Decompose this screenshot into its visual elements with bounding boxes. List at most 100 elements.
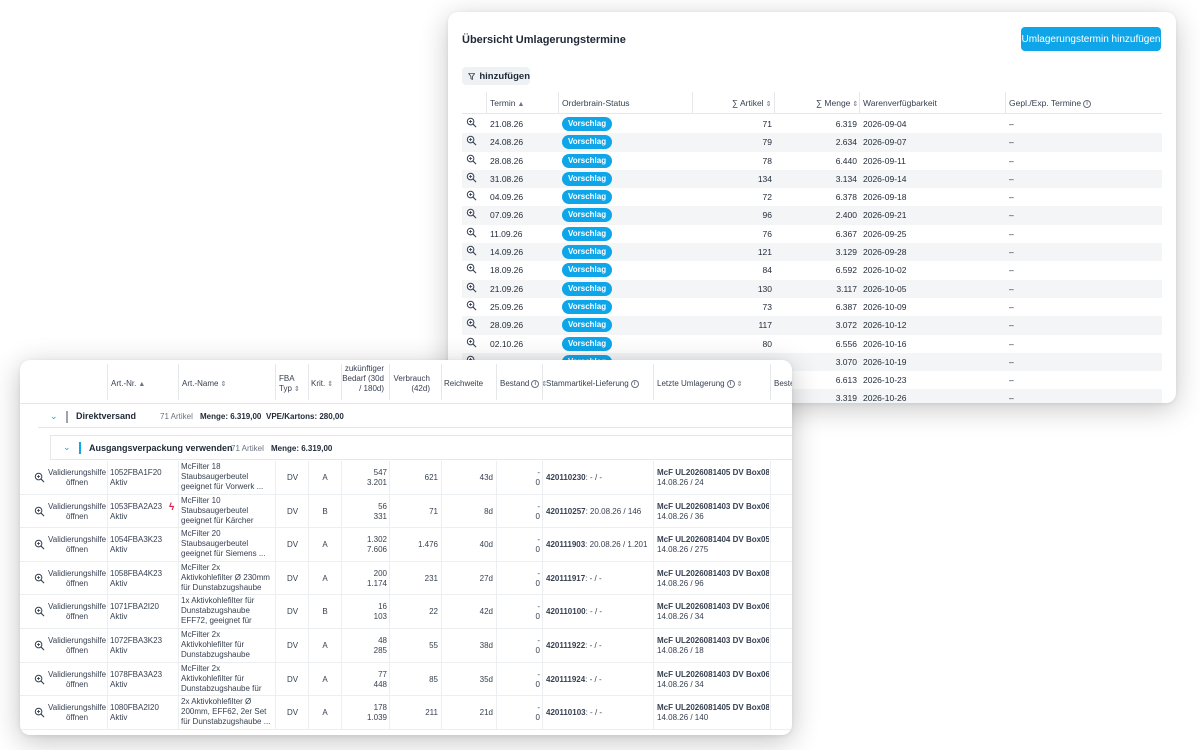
col-termin[interactable]: Termin ▲ bbox=[490, 98, 524, 108]
cell-artikel: 80 bbox=[762, 338, 772, 349]
table-row[interactable]: Validierungshilfe öffnen 1080FBA2I20 Aktiv… bbox=[20, 696, 792, 730]
zoom-in-icon[interactable] bbox=[34, 472, 45, 483]
zoom-in-icon[interactable] bbox=[466, 227, 477, 238]
table-row[interactable]: 14.09.26 Vorschlag 121 3.129 2026-09-28 – bbox=[462, 243, 1162, 262]
zoom-in-icon[interactable] bbox=[466, 337, 477, 348]
zoom-in-icon[interactable] bbox=[34, 707, 45, 718]
group-ausgangsverpackung[interactable]: ⌄ Ausgangsverpackung verwenden 71 Artike… bbox=[50, 435, 792, 460]
validierungshilfe-link[interactable]: Validierungshilfe öffnen bbox=[48, 636, 106, 656]
status-link[interactable]: Aktiv bbox=[110, 512, 127, 522]
col-krit[interactable]: Krit. ⇕ bbox=[311, 379, 333, 390]
zoom-in-icon[interactable] bbox=[466, 190, 477, 201]
cell-verfuegbarkeit: 2026-09-18 bbox=[863, 192, 907, 203]
cell-artnr: 1058FBA4K23 bbox=[110, 568, 163, 578]
table-row[interactable]: Validierungshilfe öffnen 1071FBA2I20 Aktiv… bbox=[20, 595, 792, 629]
zoom-in-icon[interactable] bbox=[34, 573, 45, 584]
table-row[interactable]: 04.09.26 Vorschlag 72 6.378 2026-09-18 – bbox=[462, 188, 1162, 206]
col-reichweite[interactable]: Reichweite bbox=[444, 379, 483, 389]
zoom-in-icon[interactable] bbox=[466, 208, 477, 219]
cell-bestand-value: 0 bbox=[535, 713, 540, 723]
overview-table-header: Termin ▲ Orderbrain-Status ∑ Artikel ⇕ ∑ M… bbox=[462, 92, 1162, 114]
col-stammartikel[interactable]: Stammartikel-Lieferung i bbox=[546, 379, 639, 389]
col-verfuegbarkeit[interactable]: Warenverfügbarkeit bbox=[863, 98, 937, 108]
validierungshilfe-link[interactable]: Validierungshilfe öffnen bbox=[48, 602, 106, 622]
col-beste[interactable]: Beste bbox=[774, 379, 792, 389]
table-row[interactable]: Validierungshilfe öffnen 1072FBA3K23 Aktiv… bbox=[20, 628, 792, 663]
table-row[interactable]: 28.08.26 Vorschlag 78 6.440 2026-09-11 – bbox=[462, 152, 1162, 170]
col-bedarf[interactable]: zukünftiger Bedarf (30d / 180d) bbox=[342, 364, 384, 394]
status-link[interactable]: Aktiv bbox=[110, 646, 127, 656]
table-row[interactable]: Validierungshilfe öffnen 1058FBA4K23 Aktiv… bbox=[20, 561, 792, 596]
zoom-in-icon[interactable] bbox=[466, 245, 477, 256]
col-artname[interactable]: Art.-Name ⇕ bbox=[182, 379, 226, 390]
cell-bedarf-30: 56 bbox=[378, 501, 387, 511]
info-icon: i bbox=[1083, 99, 1092, 108]
table-row[interactable]: 18.09.26 Vorschlag 84 6.592 2026-10-02 – bbox=[462, 261, 1162, 279]
validierungshilfe-link[interactable]: Validierungshilfe öffnen bbox=[48, 670, 106, 690]
status-link[interactable]: Aktiv bbox=[110, 545, 127, 555]
col-verbrauch[interactable]: Verbrauch (42d) bbox=[390, 374, 430, 394]
status-badge: Vorschlag bbox=[562, 318, 613, 333]
status-link[interactable]: Aktiv bbox=[110, 579, 127, 589]
cell-bestand: - bbox=[537, 568, 540, 578]
zoom-in-icon[interactable] bbox=[466, 154, 477, 165]
zoom-in-icon[interactable] bbox=[466, 282, 477, 293]
chevron-down-icon[interactable]: ⌄ bbox=[50, 411, 58, 422]
table-row[interactable]: 25.09.26 Vorschlag 73 6.387 2026-10-09 – bbox=[462, 298, 1162, 316]
validierungshilfe-link[interactable]: Validierungshilfe öffnen bbox=[48, 468, 106, 488]
chevron-down-icon[interactable]: ⌄ bbox=[63, 442, 71, 453]
zoom-in-icon[interactable] bbox=[466, 263, 477, 274]
status-link[interactable]: Aktiv bbox=[110, 612, 127, 622]
table-row[interactable]: 07.09.26 Vorschlag 96 2.400 2026-09-21 – bbox=[462, 206, 1162, 225]
table-row[interactable]: 21.09.26 Vorschlag 130 3.117 2026-10-05 – bbox=[462, 279, 1162, 298]
col-termine[interactable]: Gepl./Exp. Termine i bbox=[1009, 98, 1092, 108]
table-row[interactable]: Validierungshilfe öffnen 1078FBA3A23 Aktiv… bbox=[20, 662, 792, 697]
table-row[interactable]: 11.09.26 Vorschlag 76 6.367 2026-09-25 – bbox=[462, 225, 1162, 243]
col-status[interactable]: Orderbrain-Status bbox=[562, 98, 630, 108]
cell-stammartikel: 420110230: - / - bbox=[546, 473, 603, 482]
table-row[interactable]: Validierungshilfe öffnen 1054FBA3K23 Aktiv… bbox=[20, 528, 792, 562]
validierungshilfe-link[interactable]: Validierungshilfe öffnen bbox=[48, 502, 106, 522]
table-row[interactable]: 31.08.26 Vorschlag 134 3.134 2026-09-14 – bbox=[462, 169, 1162, 189]
col-umlagerung[interactable]: Letzte Umlagerung i ⇕ bbox=[657, 379, 742, 390]
cell-reichweite: 38d bbox=[479, 640, 493, 650]
group-direktversand[interactable]: ⌄ Direktversand 71 Artikel Menge: 6.319,… bbox=[38, 405, 792, 428]
add-termin-button[interactable]: Umlagerungstermin hinzufügen bbox=[1021, 27, 1161, 51]
validierungshilfe-link[interactable]: Validierungshilfe öffnen bbox=[48, 569, 106, 589]
zoom-in-icon[interactable] bbox=[466, 318, 477, 329]
table-row[interactable]: 24.08.26 Vorschlag 79 2.634 2026-09-07 – bbox=[462, 133, 1162, 152]
cell-stammartikel: 420110103: - / - bbox=[546, 708, 603, 718]
zoom-in-icon[interactable] bbox=[466, 117, 477, 128]
cell-bedarf-180: 3.201 bbox=[366, 478, 387, 487]
cell-reichweite: 8d bbox=[484, 506, 493, 516]
col-fba-typ[interactable]: FBA Typ ⇕ bbox=[279, 374, 305, 395]
add-filter-button[interactable]: hinzufügen bbox=[462, 67, 530, 85]
validierungshilfe-link[interactable]: Validierungshilfe öffnen bbox=[48, 535, 106, 555]
table-row[interactable]: 28.09.26 Vorschlag 117 3.072 2026-10-12 – bbox=[462, 316, 1162, 335]
status-link[interactable]: Aktiv bbox=[110, 478, 127, 488]
table-row[interactable]: 02.10.26 Vorschlag 80 6.556 2026-10-16 – bbox=[462, 335, 1162, 353]
col-artnr[interactable]: Art.-Nr. ▲ bbox=[111, 379, 145, 390]
zoom-in-icon[interactable] bbox=[34, 506, 45, 517]
cell-termin: 28.09.26 bbox=[490, 320, 524, 331]
status-badge: Vorschlag bbox=[562, 336, 613, 351]
status-badge: Vorschlag bbox=[562, 299, 613, 314]
zoom-in-icon[interactable] bbox=[466, 300, 477, 311]
status-link[interactable]: Aktiv bbox=[110, 713, 127, 723]
table-row[interactable]: 21.08.26 Vorschlag 71 6.319 2026-09-04 – bbox=[462, 115, 1162, 133]
zoom-in-icon[interactable] bbox=[34, 674, 45, 685]
table-row[interactable]: Validierungshilfe öffnen 1052FBA1F20 Aktiv… bbox=[20, 461, 792, 495]
group-bar bbox=[79, 442, 81, 454]
zoom-in-icon[interactable] bbox=[466, 172, 477, 183]
zoom-in-icon[interactable] bbox=[34, 606, 45, 617]
zoom-in-icon[interactable] bbox=[466, 135, 477, 146]
zoom-in-icon[interactable] bbox=[34, 539, 45, 550]
cell-umlagerung-date: 14.08.26 / 34 bbox=[657, 612, 704, 622]
status-link[interactable]: Aktiv bbox=[110, 680, 127, 690]
zoom-in-icon[interactable] bbox=[34, 640, 45, 651]
col-menge[interactable]: ∑ Menge ⇕ bbox=[816, 98, 858, 108]
table-row[interactable]: Validierungshilfe öffnen 1053FBA2A23 Aktiv… bbox=[20, 494, 792, 529]
validierungshilfe-link[interactable]: Validierungshilfe öffnen bbox=[48, 703, 106, 723]
col-artikel[interactable]: ∑ Artikel ⇕ bbox=[732, 98, 771, 108]
col-bestand[interactable]: Bestand i ⇕ bbox=[500, 379, 547, 390]
